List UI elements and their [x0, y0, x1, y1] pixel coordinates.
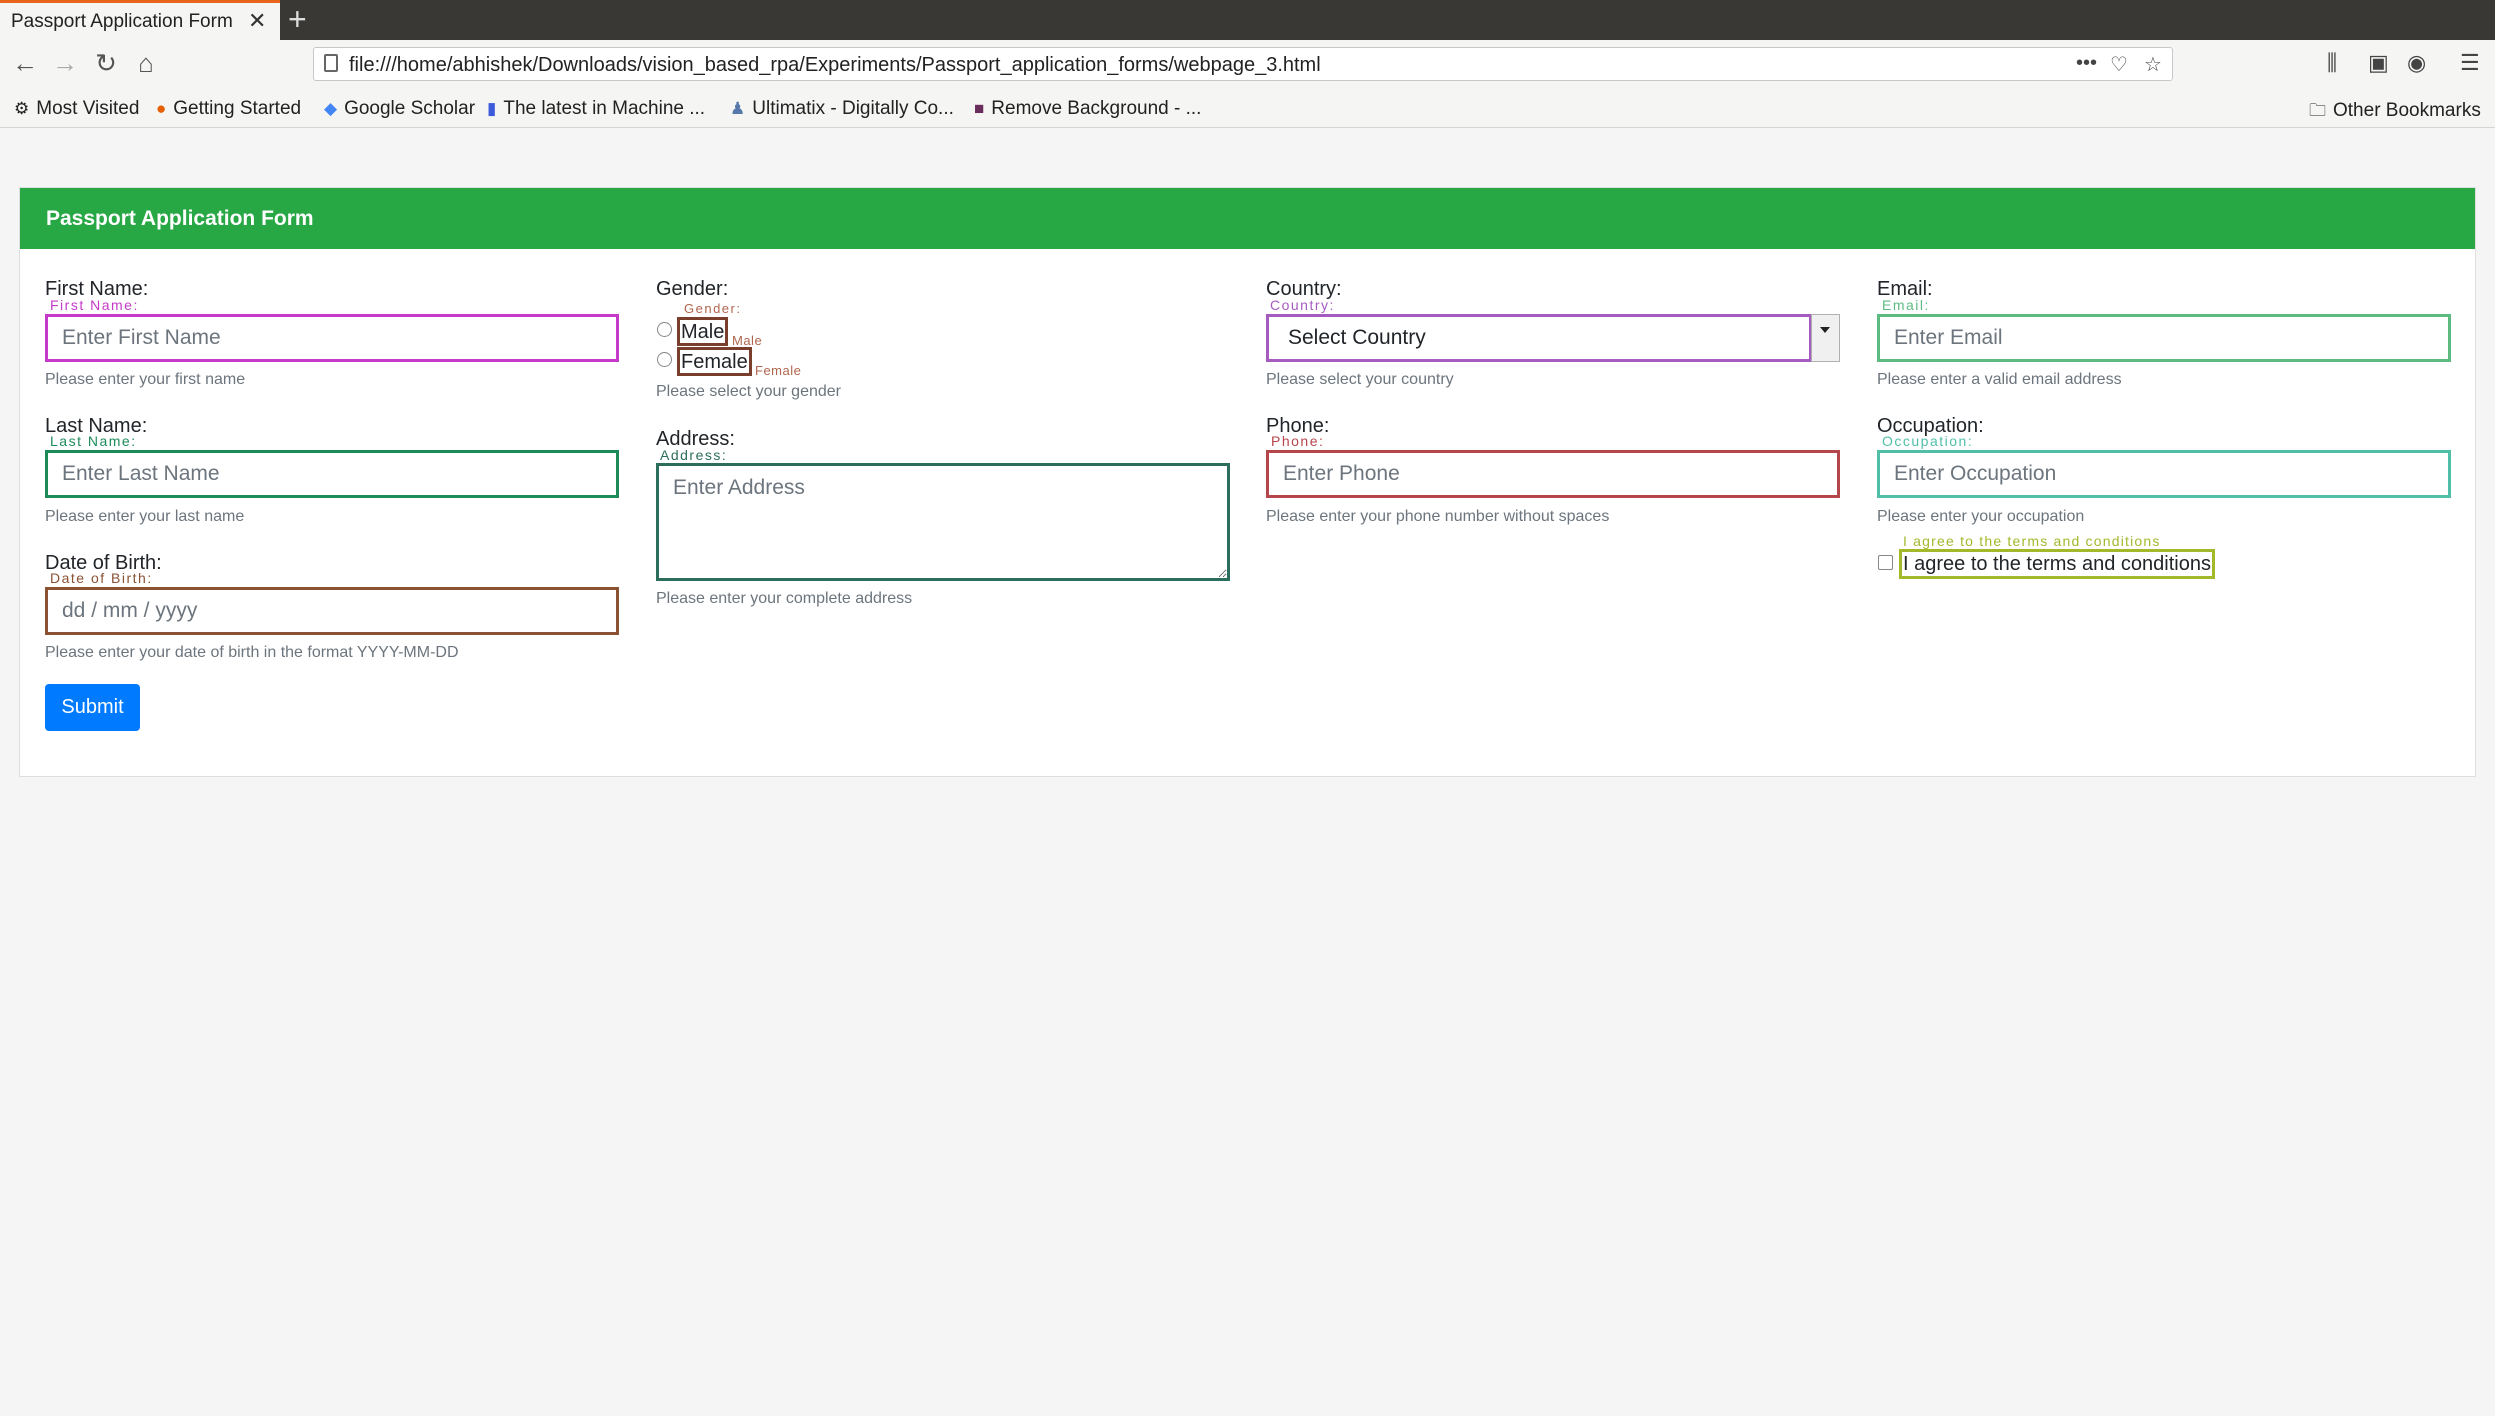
firefox-icon: ● — [156, 99, 167, 118]
browser-tab[interactable]: Passport Application Form ✕ — [0, 0, 280, 40]
bookmark-getting-started[interactable]: ● Getting Started — [156, 98, 301, 120]
address-help: Please enter your complete address — [656, 590, 913, 607]
occupation-tag: Occupation: — [1882, 433, 1974, 449]
tab-title: Passport Application Form — [11, 11, 233, 32]
url-text[interactable]: file:///home/abhishek/Downloads/vision_b… — [349, 54, 1321, 77]
country-select-value: Select Country — [1288, 326, 1426, 349]
phone-tag: Phone: — [1271, 433, 1325, 449]
female-radio[interactable] — [657, 352, 672, 367]
dob-tag: Date of Birth: — [50, 570, 153, 586]
bookmark-icon: ▮ — [487, 99, 497, 118]
gender-help: Please select your gender — [656, 383, 841, 400]
forward-icon[interactable]: → — [48, 48, 82, 79]
gender-tag: Gender: — [684, 301, 742, 316]
first-name-help: Please enter your first name — [45, 371, 246, 388]
email-help: Please enter a valid email address — [1877, 371, 2122, 388]
new-tab-icon[interactable]: + — [288, 2, 307, 36]
page-info-icon[interactable] — [324, 54, 338, 72]
bookmarks-toolbar: ⚙ Most Visited ● Getting Started ◆ Google S… — [0, 90, 2495, 128]
image-icon: ■ — [974, 99, 985, 118]
card-header: Passport Application Form — [20, 188, 2475, 249]
dob-input[interactable] — [45, 587, 619, 635]
url-bar[interactable]: file:///home/abhishek/Downloads/vision_b… — [313, 47, 2173, 81]
gear-icon: ⚙ — [14, 99, 30, 118]
female-tag: Female — [755, 363, 802, 378]
sidebar-icon[interactable]: ▣ — [2368, 50, 2389, 76]
library-icon[interactable]: ⫼ — [2327, 50, 2337, 76]
address-tag: Address: — [660, 447, 728, 463]
occupation-help: Please enter your occupation — [1877, 508, 2085, 525]
last-name-help: Please enter your last name — [45, 508, 245, 525]
other-bookmarks[interactable]: 🗀 Other Bookmarks — [2309, 98, 2481, 127]
page-title: Passport Application Form — [46, 207, 314, 230]
bookmark-ultimatix[interactable]: ♟ Ultimatix - Digitally Co... — [730, 98, 954, 120]
last-name-tag: Last Name: — [50, 433, 137, 449]
bookmark-machine-learning[interactable]: ▮ The latest in Machine ... — [487, 98, 705, 120]
male-option-label[interactable]: Male — [677, 317, 729, 346]
menu-icon[interactable]: ☰ — [2460, 50, 2480, 76]
email-tag: Email: — [1882, 297, 1930, 313]
bookmark-remove-background[interactable]: ■ Remove Background - ... — [974, 98, 1201, 120]
address-textarea[interactable] — [656, 463, 1230, 581]
country-select[interactable]: Select Country — [1266, 314, 1812, 362]
terms-tag: I agree to the terms and conditions — [1903, 533, 2161, 549]
bookmark-google-scholar[interactable]: ◆ Google Scholar — [324, 98, 475, 120]
email-input[interactable] — [1877, 314, 2451, 362]
phone-help: Please enter your phone number without s… — [1266, 508, 1610, 525]
close-tab-icon[interactable]: ✕ — [248, 8, 266, 34]
terms-label[interactable]: I agree to the terms and conditions — [1899, 549, 2215, 579]
people-icon: ♟ — [730, 99, 746, 118]
male-tag: Male — [732, 333, 763, 348]
account-icon[interactable]: ◉ — [2407, 50, 2426, 76]
navigation-bar: ← → ↻ ⌂ file:///home/abhishek/Downloads/… — [0, 40, 2495, 90]
reload-icon[interactable]: ↻ — [89, 48, 123, 79]
female-option-label[interactable]: Female — [677, 347, 752, 376]
country-tag: Country: — [1270, 297, 1335, 313]
page-actions-icon[interactable]: ••• — [2076, 52, 2097, 75]
bookmark-most-visited[interactable]: ⚙ Most Visited — [14, 98, 139, 120]
terms-checkbox[interactable] — [1878, 555, 1893, 570]
scholar-icon: ◆ — [324, 99, 338, 118]
home-icon[interactable]: ⌂ — [129, 48, 163, 79]
dob-help: Please enter your date of birth in the f… — [45, 644, 459, 661]
male-radio[interactable] — [657, 322, 672, 337]
browser-tab-bar: Passport Application Form ✕ + — [0, 0, 2495, 40]
submit-button[interactable]: Submit — [45, 684, 140, 731]
first-name-tag: First Name: — [50, 297, 139, 313]
gender-label: Gender: — [656, 278, 729, 300]
back-icon[interactable]: ← — [8, 48, 42, 79]
occupation-input[interactable] — [1877, 450, 2451, 498]
chevron-down-icon[interactable] — [1811, 314, 1840, 362]
phone-input[interactable] — [1266, 450, 1840, 498]
country-help: Please select your country — [1266, 371, 1454, 388]
last-name-input[interactable] — [45, 450, 619, 498]
star-bookmark-icon[interactable]: ☆ — [2144, 52, 2162, 77]
pocket-icon[interactable]: ♡ — [2110, 52, 2128, 77]
first-name-input[interactable] — [45, 314, 619, 362]
folder-icon: 🗀 — [2309, 101, 2326, 120]
